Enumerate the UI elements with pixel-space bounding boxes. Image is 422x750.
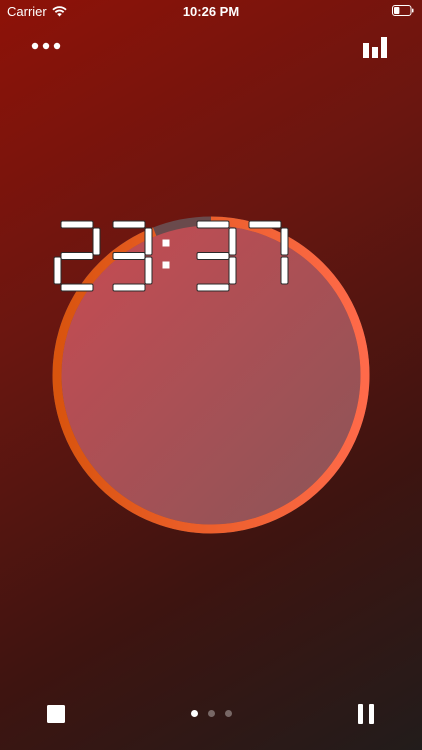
- timer-digit-1: [112, 220, 153, 292]
- timer-digit-2: [196, 220, 237, 292]
- status-bar: Carrier 10:26 PM: [0, 0, 422, 22]
- page-dot-3[interactable]: [224, 710, 232, 717]
- timer-digits-svg: [53, 220, 289, 292]
- more-button[interactable]: [30, 36, 62, 56]
- timer-colon: [162, 239, 170, 269]
- battery-icon: [392, 5, 414, 16]
- bar-chart-icon: [363, 37, 387, 58]
- page-dot-2[interactable]: [207, 710, 215, 717]
- stats-button[interactable]: [362, 34, 390, 60]
- more-horizontal-icon: [31, 42, 61, 50]
- timer-digit-0: [53, 220, 101, 292]
- page-dot-1[interactable]: [190, 710, 198, 717]
- timer-digit-3: [248, 220, 289, 285]
- pause-icon: [358, 704, 374, 724]
- timer-dial[interactable]: [52, 216, 370, 534]
- status-time: 10:26 PM: [182, 4, 240, 19]
- pause-button[interactable]: [355, 703, 377, 725]
- timer-display: [52, 216, 370, 534]
